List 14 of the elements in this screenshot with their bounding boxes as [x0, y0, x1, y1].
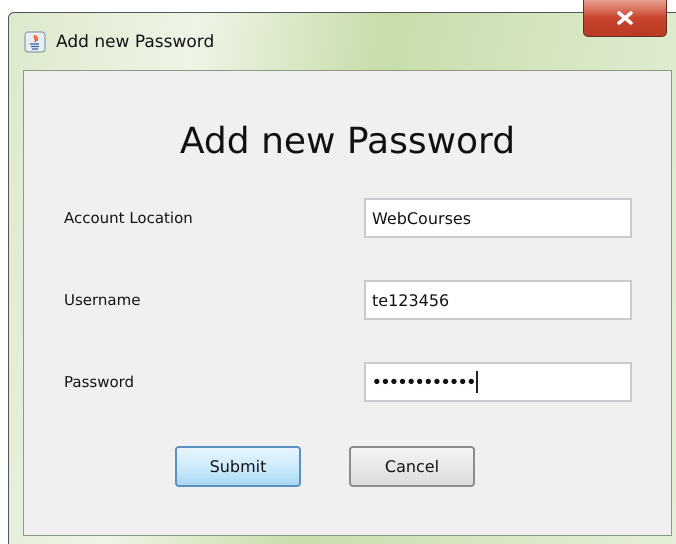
field-label: Account Location [64, 209, 194, 227]
dialog-button[interactable]: Cancel [349, 446, 475, 487]
text-cursor [476, 371, 478, 393]
password-field[interactable]: •••••••••••• [364, 362, 632, 402]
field-label: Password [64, 373, 136, 391]
field-label: Username [64, 291, 142, 309]
close-icon [616, 11, 634, 25]
window-title: Add new Password [56, 32, 214, 52]
java-app-icon [24, 30, 46, 52]
text-field[interactable]: WebCourses [364, 198, 632, 238]
dialog-heading: Add new Password [178, 121, 516, 162]
text-field[interactable]: te123456 [364, 280, 632, 320]
dialog-button[interactable]: Submit [175, 446, 301, 487]
close-button[interactable] [583, 0, 667, 37]
